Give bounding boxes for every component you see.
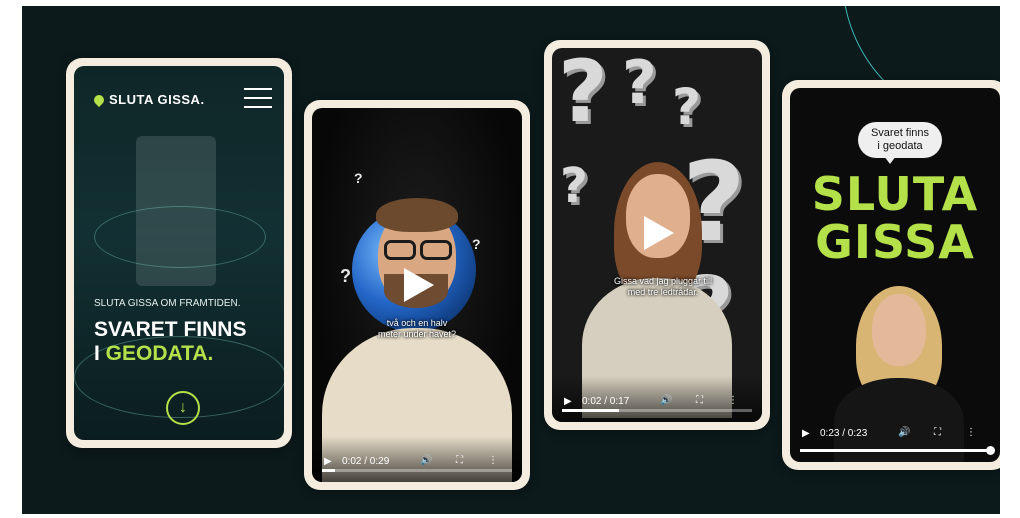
play-button-icon[interactable]: ▶ <box>564 396 572 407</box>
more-options-icon[interactable]: ⋮ <box>488 455 498 466</box>
progress-fill <box>562 409 619 412</box>
question-mark-icon: ? <box>560 158 588 214</box>
play-icon[interactable] <box>644 216 674 250</box>
caption-line-2: med tre ledtrådar. <box>627 287 699 297</box>
progress-bar[interactable] <box>562 409 752 412</box>
question-mark-icon: ? <box>672 78 702 136</box>
play-icon[interactable] <box>404 268 434 302</box>
progress-knob[interactable] <box>986 446 995 455</box>
question-mark-icon: ? <box>340 266 351 286</box>
glasses-left <box>384 240 416 260</box>
location-pin-icon <box>91 92 107 107</box>
phone-mockup-video-1: ? ? ? två och en halv meter under havet?… <box>304 100 530 490</box>
scroll-down-arrow-icon[interactable]: ↓ <box>166 391 200 425</box>
bubble-line-1: Svaret finns <box>870 127 930 139</box>
progress-bar[interactable] <box>322 469 512 472</box>
video-caption: Gissa vad jag pluggar till med tre ledtr… <box>588 276 738 298</box>
progress-bar[interactable] <box>800 446 995 455</box>
hero-subtitle: SLUTA GISSA OM FRAMTIDEN. <box>94 298 241 309</box>
fullscreen-icon[interactable]: ⛶ <box>696 395 703 406</box>
progress-fill <box>322 469 336 472</box>
question-mark-icon: ? <box>354 170 363 186</box>
title-line-2: GISSA <box>815 215 975 269</box>
play-button-icon[interactable]: ▶ <box>324 456 332 467</box>
hero-headline: SVARET FINNS I GEODATA. <box>94 318 246 366</box>
presenter-head <box>872 294 926 366</box>
phone-mockup-video-2: ? ? ? ? ? ? Gissa vad jag pluggar till m… <box>544 40 770 430</box>
volume-icon[interactable]: 🔊 <box>660 395 672 406</box>
video-player-1[interactable]: ? ? ? två och en halv meter under havet?… <box>312 108 522 482</box>
showcase-stage: SLUTA GISSA. SLUTA GISSA OM FRAMTIDEN. S… <box>22 6 1000 514</box>
phone-mockup-video-3: Svaret finns i geodata SLUTA GISSA ▶ 0:2… <box>782 80 1000 470</box>
headline-line-1: SVARET FINNS <box>94 318 247 341</box>
video-player-3[interactable]: Svaret finns i geodata SLUTA GISSA ▶ 0:2… <box>790 88 1000 462</box>
fullscreen-icon[interactable]: ⛶ <box>456 455 463 466</box>
video-caption: två och en halv meter under havet? <box>342 318 492 340</box>
play-button-icon[interactable]: ▶ <box>802 428 810 439</box>
caption-line-1: Gissa vad jag pluggar till <box>613 276 713 286</box>
title-line-1: SLUTA <box>811 167 979 221</box>
fullscreen-icon[interactable]: ⛶ <box>934 427 941 438</box>
brand-logo[interactable]: SLUTA GISSA. <box>91 92 205 107</box>
volume-icon[interactable]: 🔊 <box>898 427 910 438</box>
video-controls: ▶ 0:02 / 0:29 🔊 ⛶ ⋮ <box>312 436 522 482</box>
more-options-icon[interactable]: ⋮ <box>728 395 738 406</box>
video-controls: ▶ 0:02 / 0:17 🔊 ⛶ ⋮ <box>552 376 762 422</box>
caption-line-2: meter under havet? <box>377 329 457 339</box>
phone-mockup-website: SLUTA GISSA. SLUTA GISSA OM FRAMTIDEN. S… <box>66 58 292 448</box>
time-display: 0:23 / 0:23 <box>820 428 868 439</box>
hamburger-menu-icon[interactable] <box>244 88 272 115</box>
time-display: 0:02 / 0:17 <box>582 396 630 407</box>
hero-ring <box>94 206 266 268</box>
question-mark-icon: ? <box>472 236 481 252</box>
headline-line-2: I GEODATA. <box>94 342 246 366</box>
question-mark-icon: ? <box>622 48 657 118</box>
glasses-right <box>420 240 452 260</box>
progress-fill <box>800 449 990 452</box>
time-display: 0:02 / 0:29 <box>342 456 390 467</box>
headline-prefix: I <box>94 342 106 365</box>
speech-bubble: Svaret finns i geodata <box>858 122 942 164</box>
website-screen: SLUTA GISSA. SLUTA GISSA OM FRAMTIDEN. S… <box>74 66 284 440</box>
presenter-hair <box>376 198 458 232</box>
video-controls: ▶ 0:23 / 0:23 🔊 ⛶ ⋮ <box>790 416 1000 462</box>
more-options-icon[interactable]: ⋮ <box>966 427 976 438</box>
question-mark-icon: ? <box>558 48 608 142</box>
bubble-line-2: i geodata <box>877 140 923 152</box>
video-title-graphic: SLUTA GISSA <box>790 170 1000 266</box>
caption-line-1: två och en halv <box>386 318 448 328</box>
brand-name: SLUTA GISSA. <box>109 92 205 107</box>
headline-accent: GEODATA. <box>105 342 214 365</box>
volume-icon[interactable]: 🔊 <box>420 455 432 466</box>
video-player-2[interactable]: ? ? ? ? ? ? Gissa vad jag pluggar till m… <box>552 48 762 422</box>
